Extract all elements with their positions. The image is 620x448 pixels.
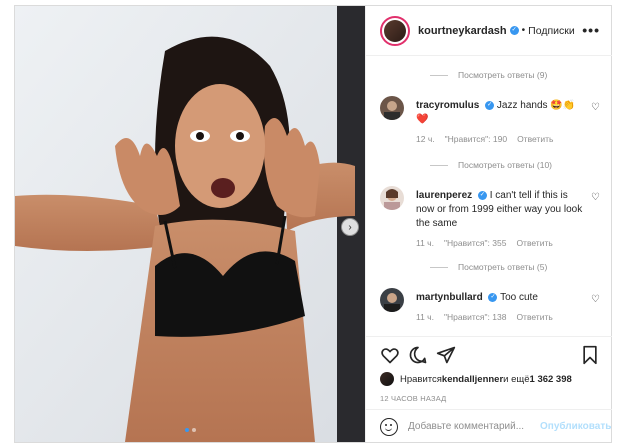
like-count[interactable]: 1 362 398 [530,374,572,385]
comment-meta: 11 ч. "Нравится": 138 Ответить [416,312,553,322]
replies-divider [430,266,448,268]
comment-meta: 11 ч. "Нравится": 355 Ответить [416,238,553,248]
comment-time[interactable]: 12 ч. [416,134,435,144]
action-icons-row [380,345,600,367]
commenter-avatar-image [380,288,404,312]
author-avatar[interactable] [380,15,410,46]
commenter-avatar-image [380,186,404,210]
comment-likes[interactable]: "Нравится": 190 [445,134,507,144]
commenter-avatar[interactable] [380,96,404,120]
view-replies-label: Посмотреть ответы (9) [458,70,548,80]
verified-badge-icon: ✓ [485,100,495,110]
liked-by-suffix: и ещё [503,373,530,385]
header-separator: • [521,25,526,36]
comment-likes[interactable]: "Нравится": 355 [444,238,506,248]
comments-list: Посмотреть ответы (9) tracyromulus ✓ Jaz… [366,56,612,336]
view-replies-label: Посмотреть ответы (10) [458,160,552,170]
like-comment-heart-icon[interactable]: ♡ [591,192,600,203]
liked-by-username[interactable]: kendalljenner [442,374,503,385]
reply-button[interactable]: Ответить [517,134,553,144]
carousel-dot [192,428,196,432]
like-comment-heart-icon[interactable]: ♡ [591,294,600,305]
next-slide-button[interactable]: › [341,218,359,236]
share-paper-plane-icon[interactable] [436,345,456,365]
comment-body: martynbullard ✓ Too cute [416,291,586,305]
chevron-right-icon: › [348,221,352,233]
comment-text: Too cute [500,292,538,303]
carousel-dots [185,428,196,432]
like-comment-heart-icon[interactable]: ♡ [591,102,600,113]
commenter-username[interactable]: laurenperez [416,190,472,201]
comment-body: laurenperez ✓ I can't tell if this is no… [416,189,586,231]
liker-avatar[interactable] [380,372,394,386]
emoji-picker-icon[interactable] [380,417,398,436]
comment-time[interactable]: 11 ч. [416,312,434,322]
reply-button[interactable]: Ответить [516,238,552,248]
commenter-username[interactable]: martynbullard [416,292,483,303]
photo-illustration [15,6,365,442]
post-modal: › kourtneykardash ✓ • Подписки ••• Посмо… [14,5,612,443]
view-replies-label: Посмотреть ответы (5) [458,262,548,272]
publish-button[interactable]: Опубликовать [540,421,611,432]
replies-divider [430,164,448,166]
like-heart-icon[interactable] [380,345,400,365]
view-replies-button[interactable]: Посмотреть ответы (5) [430,262,547,272]
comment-composer: Опубликовать [366,409,612,443]
commenter-avatar[interactable] [380,288,404,312]
author-avatar-image [384,19,406,42]
commenter-avatar[interactable] [380,186,404,210]
post-actions: Нравится kendalljenner и ещё 1 362 398 1… [366,336,612,442]
post-timestamp[interactable]: 12 ЧАСОВ НАЗАД [380,394,446,403]
reply-button[interactable]: Ответить [516,312,552,322]
save-bookmark-icon[interactable] [580,345,600,365]
comment-likes[interactable]: "Нравится": 138 [444,312,506,322]
more-options-icon[interactable]: ••• [582,22,600,38]
liked-by-prefix: Нравится [400,373,442,385]
verified-badge-icon: ✓ [509,26,519,35]
comment-input[interactable] [408,421,538,432]
post-photo[interactable]: › [15,6,365,442]
commenter-username[interactable]: tracyromulus [416,100,479,111]
comment-time[interactable]: 11 ч. [416,238,434,248]
comment-bubble-icon[interactable] [408,345,428,365]
comment-meta: 12 ч. "Нравится": 190 Ответить [416,134,553,144]
comment-body: tracyromulus ✓ Jazz hands 🤩👏❤️ [416,99,586,127]
commenter-avatar-image [380,96,404,120]
verified-badge-icon: ✓ [477,190,487,200]
post-side-panel: kourtneykardash ✓ • Подписки ••• Посмотр… [365,6,612,442]
view-replies-button[interactable]: Посмотреть ответы (9) [430,70,547,80]
replies-divider [430,74,448,76]
author-username[interactable]: kourtneykardash [418,25,507,37]
carousel-dot-active [185,428,189,432]
view-replies-button[interactable]: Посмотреть ответы (10) [430,160,552,170]
post-header: kourtneykardash ✓ • Подписки ••• [366,6,612,56]
follow-status-button[interactable]: Подписки [528,25,575,37]
liked-by-row: Нравится kendalljenner и ещё 1 362 398 [380,372,572,386]
verified-badge-icon: ✓ [488,292,498,302]
